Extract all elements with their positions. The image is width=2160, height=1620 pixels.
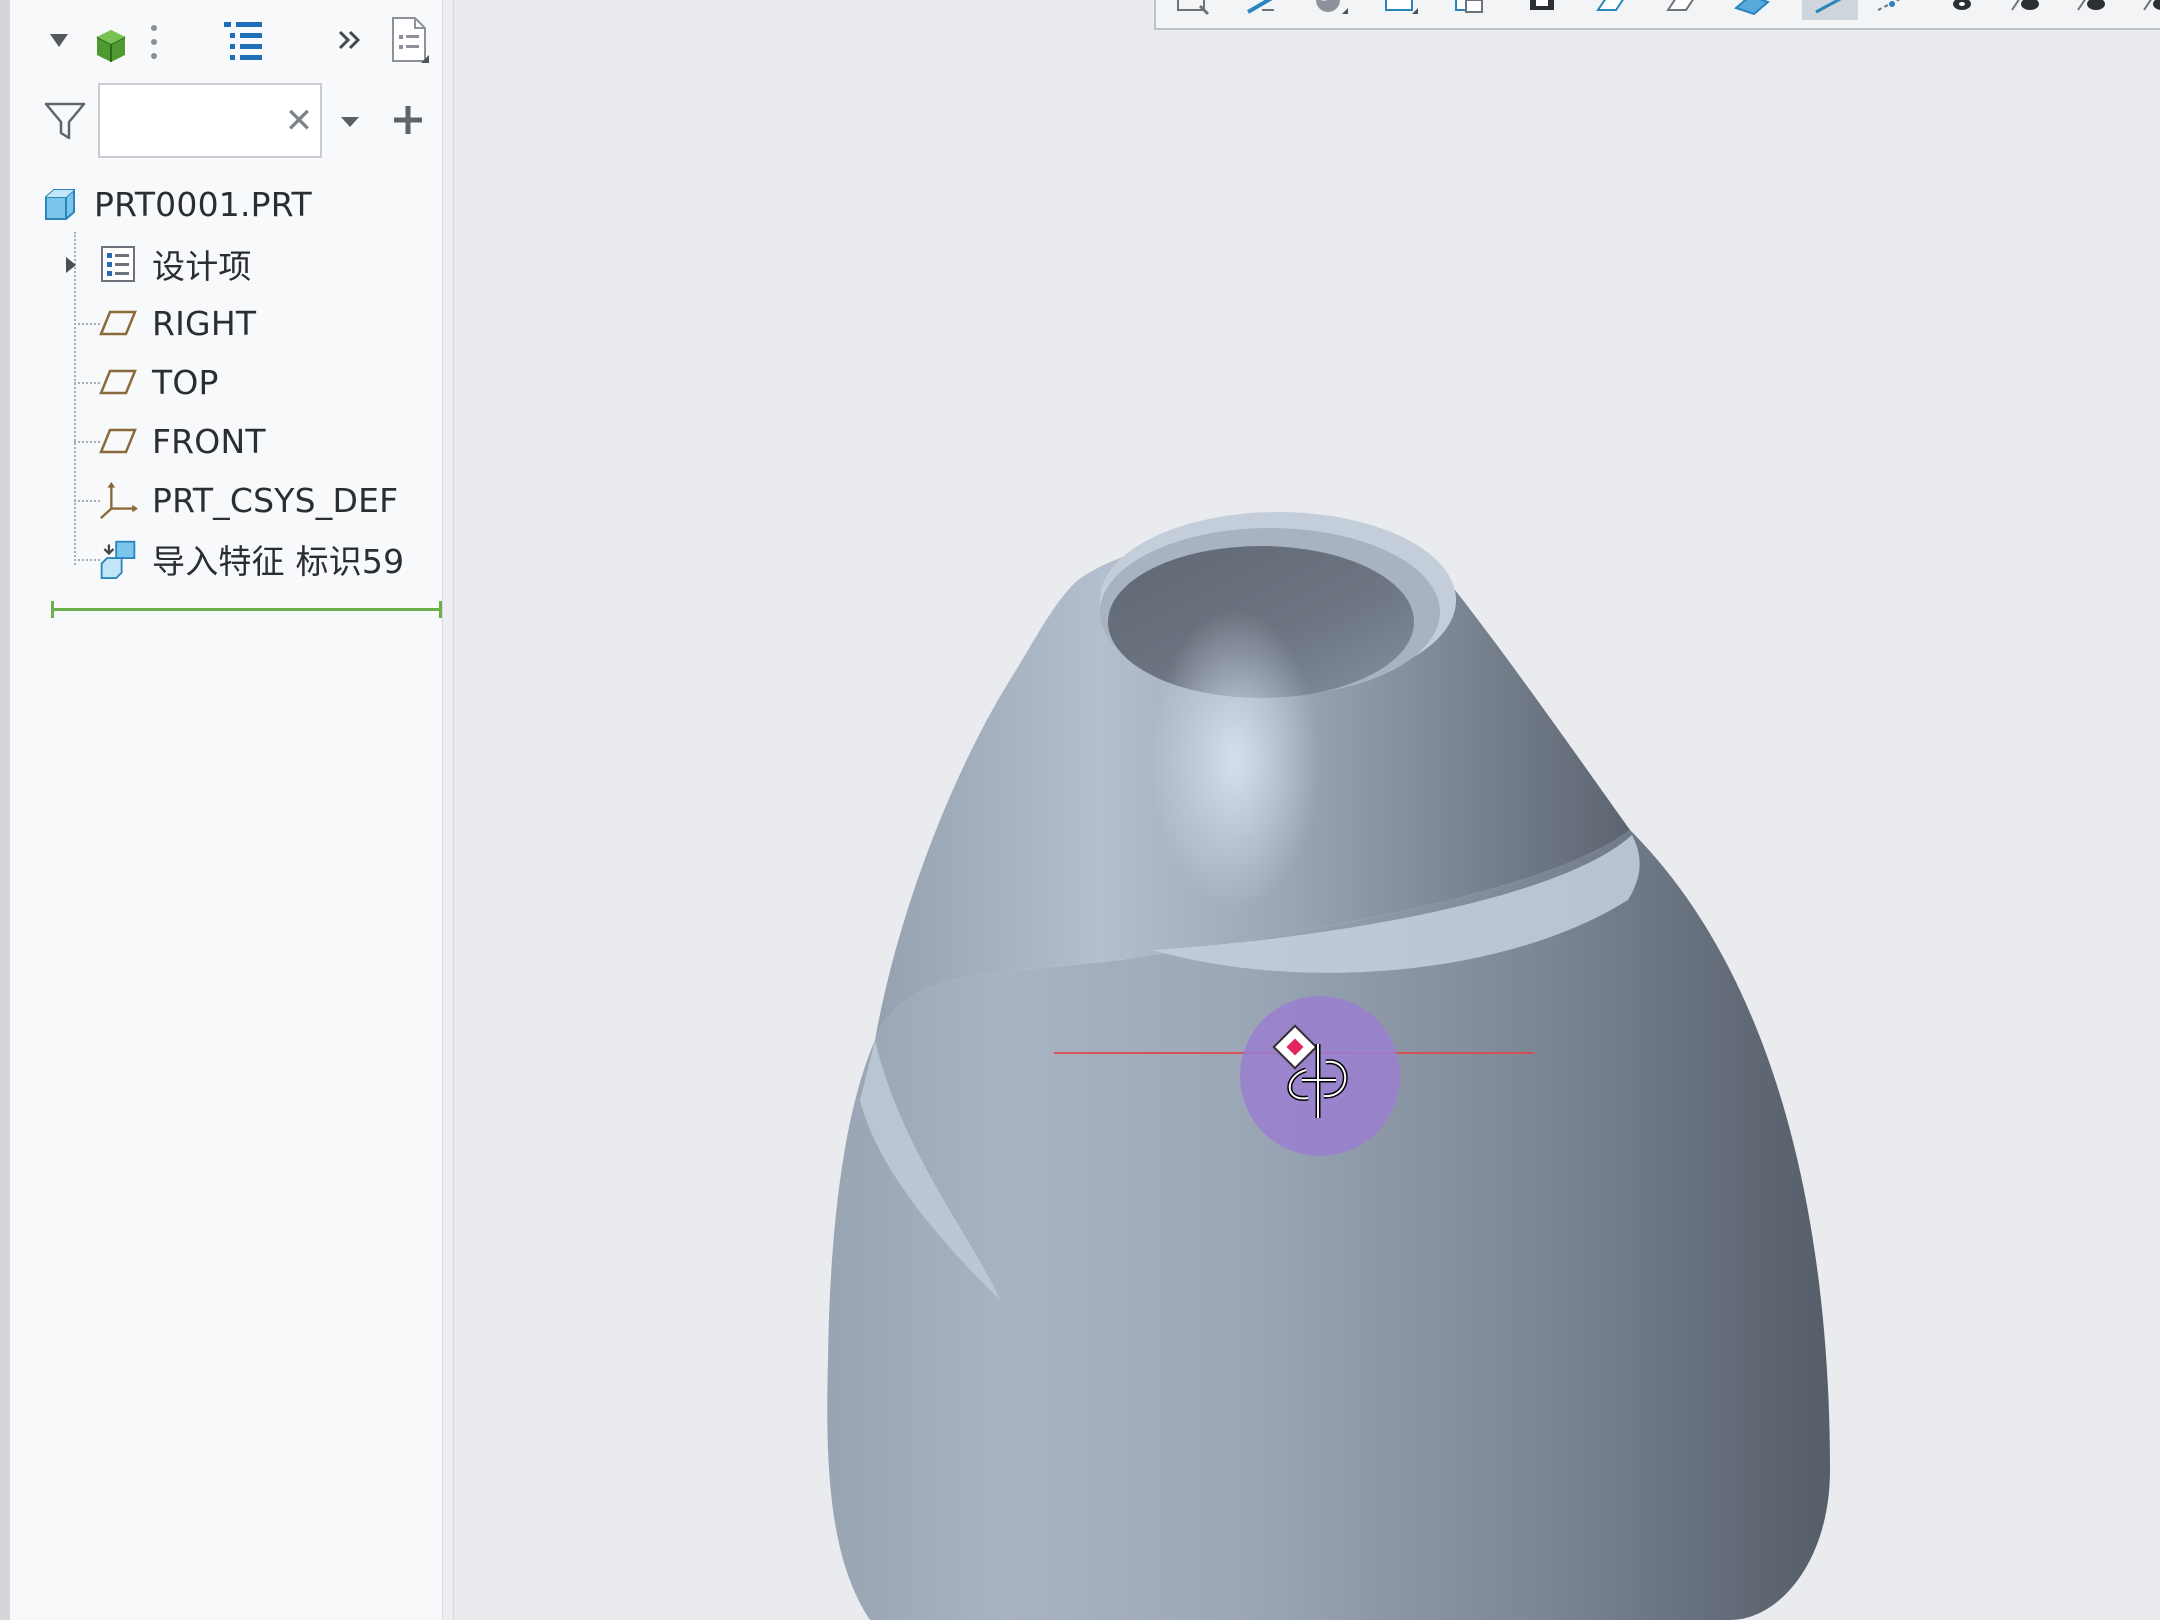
insert-here-marker[interactable] (51, 601, 442, 618)
tree-guide-line (74, 382, 100, 384)
tree-item-label: 导入特征 标识59 (152, 542, 405, 581)
tree-guide-line (74, 500, 100, 502)
tree-item-label: 设计项 (152, 247, 252, 286)
tree-guide-line (74, 559, 100, 561)
panel-splitter[interactable] (443, 0, 454, 1620)
tree-item-import-feature[interactable]: 导入特征 标识59 (98, 531, 404, 587)
model-tree-panel: ✕ PRT0001.PRT 设计项 RIGHT TOP FRONT PRT_CS… (10, 0, 443, 1620)
tree-item-top-plane[interactable]: TOP (98, 354, 219, 410)
tree-list-icon[interactable] (218, 16, 268, 66)
datum-plane-icon (98, 421, 138, 461)
graphics-viewport[interactable] (454, 0, 2160, 1620)
part-icon (40, 184, 80, 224)
tree-guide-line (74, 323, 100, 325)
tree-settings-icon[interactable] (144, 20, 164, 64)
tree-item-right-plane[interactable]: RIGHT (98, 295, 256, 351)
tree-guide-line (74, 441, 100, 443)
tree-item-design-items[interactable]: 设计项 (98, 236, 252, 292)
close-icon[interactable]: ✕ (280, 100, 318, 142)
coordinate-system-icon (98, 480, 138, 520)
tree-item-label: TOP (152, 362, 219, 402)
datum-plane-icon (98, 303, 138, 343)
tree-guide-line (74, 232, 76, 565)
plus-icon[interactable] (386, 98, 430, 142)
expand-more-icon[interactable] (332, 20, 368, 60)
datum-plane-icon (98, 362, 138, 402)
tree-item-front-plane[interactable]: FRONT (98, 413, 266, 469)
tree-root-part[interactable]: PRT0001.PRT (40, 176, 312, 232)
expand-arrow-icon[interactable] (58, 250, 84, 280)
tree-item-csys[interactable]: PRT_CSYS_DEF (98, 472, 398, 528)
window-left-edge (0, 0, 10, 1620)
design-items-icon (98, 244, 138, 284)
rotate-cursor-icon (1272, 1024, 1348, 1118)
caret-down-icon[interactable] (46, 26, 72, 56)
tree-root-label: PRT0001.PRT (94, 184, 312, 224)
tree-item-label: FRONT (152, 421, 266, 461)
import-feature-icon (98, 539, 138, 579)
filter-funnel-icon[interactable] (40, 96, 90, 146)
tree-item-label: RIGHT (152, 303, 257, 343)
model-properties-icon[interactable] (384, 14, 434, 70)
caret-down-icon[interactable] (332, 108, 368, 136)
model-tree-icon[interactable] (86, 22, 136, 68)
nozzle-part-model[interactable] (454, 0, 2160, 1620)
tree-item-label: PRT_CSYS_DEF (152, 480, 399, 520)
